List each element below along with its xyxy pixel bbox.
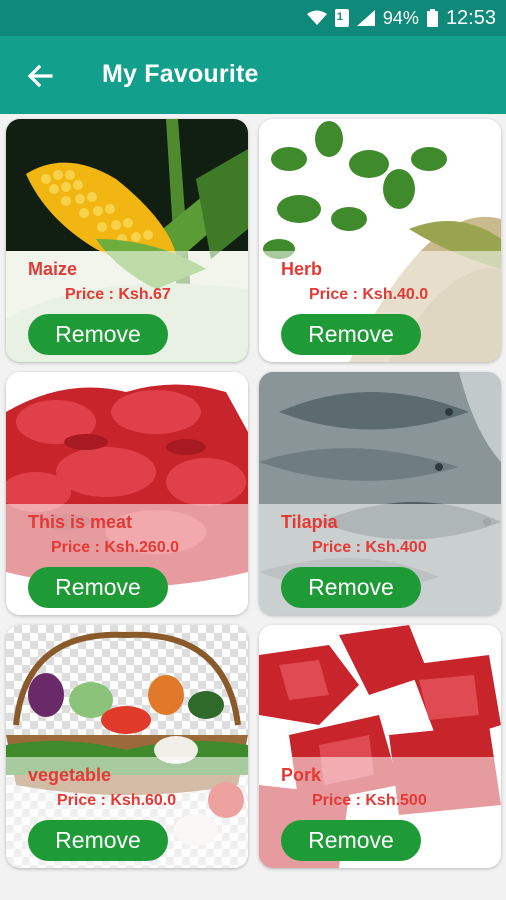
item-name: Maize: [28, 259, 78, 279]
item-price: Price : Ksh.500: [312, 792, 427, 809]
status-time: 12:53: [445, 6, 496, 29]
status-icons: 1 94% 12:53: [306, 6, 496, 30]
remove-button[interactable]: Remove: [28, 314, 168, 355]
remove-button[interactable]: Remove: [281, 820, 421, 861]
item-name: Pork: [281, 765, 322, 785]
item-name: This is meat: [28, 512, 133, 532]
item-price: Price : Ksh.260.0: [51, 539, 180, 556]
favourite-card-meat[interactable]: This is meat Price : Ksh.260.0 Remove: [6, 372, 248, 615]
favourite-card-herb[interactable]: Herb Price : Ksh.40.0 Remove: [259, 119, 501, 362]
favourite-card-tilapia[interactable]: Tilapia Price : Ksh.400 Remove: [259, 372, 501, 615]
remove-button[interactable]: Remove: [28, 567, 168, 608]
status-bar: 1 94% 12:53: [0, 0, 506, 36]
back-button[interactable]: [22, 58, 58, 94]
item-name: vegetable: [28, 765, 112, 785]
sim-label: 1: [336, 11, 344, 23]
favourite-card-vegetable[interactable]: vegetable Price : Ksh.60.0 Remove: [6, 625, 248, 868]
item-name: Herb: [281, 259, 323, 279]
sim-icon: 1: [334, 9, 349, 27]
signal-icon: [356, 10, 375, 26]
wifi-icon: [306, 10, 327, 26]
favourite-card-maize[interactable]: Maize Price : Ksh.67 Remove: [6, 119, 248, 362]
item-price: Price : Ksh.40.0: [309, 286, 429, 303]
battery-percent: 94%: [382, 7, 419, 28]
battery-icon: [426, 9, 438, 27]
app-bar: My Favourite: [0, 36, 506, 114]
favourite-card-pork[interactable]: Pork Price : Ksh.500 Remove: [259, 625, 501, 868]
remove-button[interactable]: Remove: [281, 567, 421, 608]
page-title: My Favourite: [102, 60, 259, 88]
item-price: Price : Ksh.60.0: [57, 792, 177, 809]
remove-button[interactable]: Remove: [28, 820, 168, 861]
item-name: Tilapia: [281, 512, 338, 532]
remove-button[interactable]: Remove: [281, 314, 421, 355]
item-price: Price : Ksh.67: [65, 286, 171, 303]
item-price: Price : Ksh.400: [312, 539, 427, 556]
arrow-back-icon: [27, 64, 53, 88]
